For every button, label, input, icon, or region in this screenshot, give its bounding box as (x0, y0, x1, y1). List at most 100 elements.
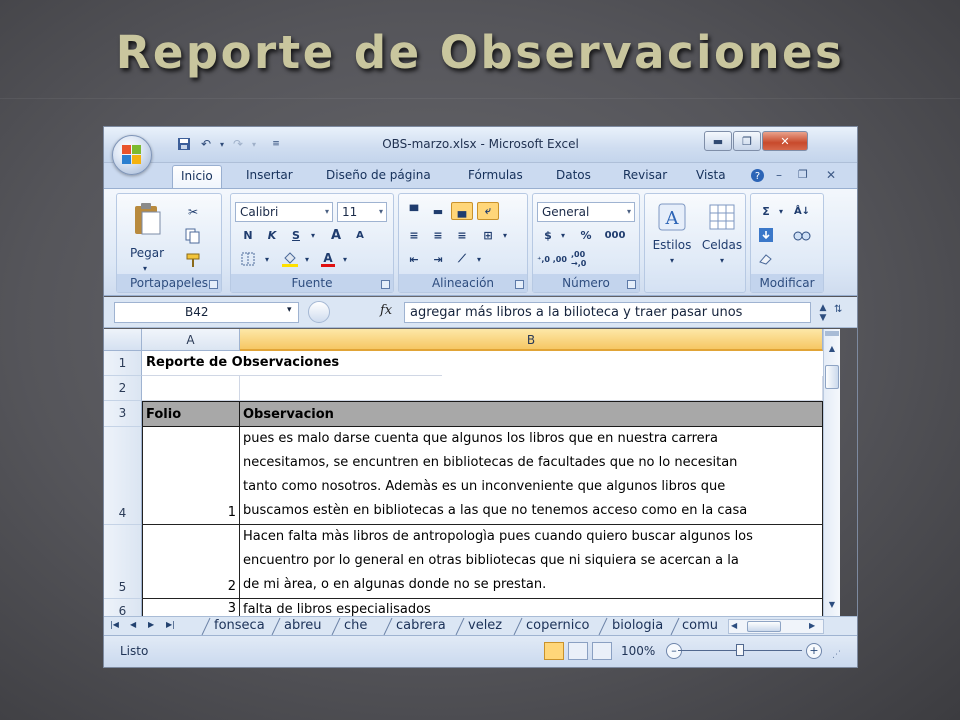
paste-icon[interactable] (129, 200, 167, 240)
chevron-down-icon[interactable]: ▾ (261, 250, 273, 268)
dialog-launcher-icon[interactable] (209, 280, 218, 289)
column-header-b[interactable]: B (240, 329, 823, 351)
split-box[interactable] (825, 331, 839, 336)
chevron-down-icon[interactable]: ▾ (499, 226, 511, 244)
chevron-down-icon[interactable]: ▾ (133, 264, 157, 273)
title-cell[interactable]: Reporte de Observaciones (142, 351, 442, 376)
formula-divider-icon[interactable] (308, 301, 330, 323)
close-workbook-icon[interactable]: ✕ (826, 168, 836, 182)
normal-view-icon[interactable] (544, 642, 564, 660)
name-box[interactable]: B42 ▾ (114, 302, 299, 323)
merge-center-icon[interactable]: ⊞ (477, 226, 499, 244)
shrink-font-button[interactable]: A (349, 226, 371, 244)
select-all-button[interactable] (104, 329, 142, 351)
cell[interactable] (142, 376, 240, 401)
increase-decimal-button[interactable]: ⁺,0 ,00 (537, 250, 567, 268)
chevron-down-icon[interactable]: ▾ (473, 250, 485, 268)
align-top-icon[interactable]: ▀ (403, 202, 425, 220)
horizontal-scroll-thumb[interactable] (747, 621, 781, 632)
chevron-down-icon[interactable]: ▾ (713, 256, 731, 265)
clear-icon[interactable] (755, 250, 777, 268)
number-format-select[interactable]: General ▾ (537, 202, 635, 222)
close-button[interactable]: ✕ (762, 131, 808, 151)
bold-button[interactable]: N (237, 226, 259, 244)
resize-grip-icon[interactable]: ⋰ (832, 650, 841, 660)
cells-button[interactable]: Celdas (697, 238, 747, 252)
tab-vista[interactable]: Vista (696, 168, 726, 182)
dialog-launcher-icon[interactable] (381, 280, 390, 289)
chevron-down-icon[interactable]: ▾ (663, 256, 681, 265)
chevron-down-icon[interactable]: ▾ (301, 250, 313, 268)
row-header[interactable]: 5 (104, 525, 142, 599)
thousands-button[interactable]: 000 (601, 226, 629, 244)
chevron-down-icon[interactable]: ▾ (307, 226, 319, 244)
decrease-decimal-button[interactable]: ,00 →,0 (571, 250, 601, 268)
orientation-icon[interactable]: ⟋ (451, 250, 473, 268)
folio-cell[interactable]: 2 (142, 525, 240, 599)
row-header[interactable]: 1 (104, 351, 142, 376)
font-color-icon[interactable]: A (317, 250, 339, 268)
tab-diseno-pagina[interactable]: Diseño de página (326, 168, 431, 182)
styles-icon[interactable]: A (649, 200, 695, 234)
sheet-tab-abreu[interactable]: abreu (284, 618, 322, 633)
column-header-a[interactable]: A (142, 329, 240, 351)
font-name-select[interactable]: Calibri ▾ (235, 202, 333, 222)
fill-color-icon[interactable] (279, 250, 301, 268)
vertical-scrollbar[interactable]: ▲ ▼ (823, 329, 840, 616)
zoom-level[interactable]: 100% (621, 644, 655, 658)
observation-cell[interactable]: pues es malo darse cuenta que algunos lo… (240, 427, 823, 525)
tab-datos[interactable]: Datos (556, 168, 591, 182)
copy-icon[interactable] (181, 226, 205, 246)
restore-icon[interactable]: ❐ (798, 168, 808, 181)
horizontal-scrollbar[interactable]: ◀ ▶ (728, 619, 824, 634)
fill-icon[interactable] (755, 226, 777, 244)
chevron-down-icon[interactable]: ▾ (775, 202, 787, 220)
sheet-tab-velez[interactable]: velez (468, 618, 502, 633)
currency-button[interactable]: $ (537, 226, 559, 244)
chevron-down-icon[interactable]: ▾ (339, 250, 351, 268)
borders-icon[interactable] (237, 250, 259, 268)
autosum-button[interactable]: Σ (755, 202, 777, 220)
zoom-slider-thumb[interactable] (736, 644, 744, 656)
row-header[interactable]: 6 (104, 599, 142, 616)
observation-cell[interactable]: falta de libros especialisados (240, 599, 823, 616)
formula-bar-collapse-icon[interactable]: ⇅ (834, 304, 842, 315)
scroll-left-icon[interactable]: ◀ (731, 621, 737, 630)
align-middle-icon[interactable]: ▬ (427, 202, 449, 220)
percent-button[interactable]: % (575, 226, 597, 244)
paste-button[interactable]: Pegar (129, 246, 165, 260)
cell[interactable] (240, 376, 823, 401)
font-size-select[interactable]: 11 ▾ (337, 202, 387, 222)
observacion-header-cell[interactable]: Observacion (240, 401, 823, 427)
scroll-down-icon[interactable]: ▼ (825, 597, 839, 612)
tab-formulas[interactable]: Fórmulas (468, 168, 523, 182)
minimize-ribbon-icon[interactable]: – (776, 168, 782, 182)
tab-insertar[interactable]: Insertar (246, 168, 293, 182)
zoom-in-icon[interactable]: + (806, 643, 822, 659)
zoom-out-icon[interactable]: – (666, 643, 682, 659)
sheet-tab-cabrera[interactable]: cabrera (396, 618, 446, 633)
styles-button[interactable]: Estilos (647, 238, 697, 252)
row-header[interactable]: 4 (104, 427, 142, 525)
expand-formula-icon[interactable]: ▲ ▼ (816, 303, 830, 323)
row-header[interactable]: 2 (104, 376, 142, 401)
folio-header-cell[interactable]: Folio (142, 401, 240, 427)
format-painter-icon[interactable] (181, 250, 205, 270)
align-center-icon[interactable]: ≡ (427, 226, 449, 244)
sort-filter-button[interactable]: Å↓ (791, 202, 813, 220)
cells-icon[interactable] (699, 200, 745, 234)
cut-icon[interactable]: ✂ (181, 202, 205, 222)
increase-indent-icon[interactable]: ⇥ (427, 250, 449, 268)
page-break-view-icon[interactable] (592, 642, 612, 660)
maximize-button[interactable]: ❐ (733, 131, 761, 151)
underline-button[interactable]: S (285, 226, 307, 244)
folio-cell[interactable]: 3 (142, 599, 240, 616)
scroll-up-icon[interactable]: ▲ (825, 341, 839, 356)
dialog-launcher-icon[interactable] (515, 280, 524, 289)
align-right-icon[interactable]: ≡ (451, 226, 473, 244)
sheet-tab-copernico[interactable]: copernico (526, 618, 589, 633)
sheet-tab-comu[interactable]: comu (682, 618, 724, 633)
help-icon[interactable]: ? (750, 168, 765, 186)
grow-font-button[interactable]: A (325, 226, 347, 244)
dialog-launcher-icon[interactable] (627, 280, 636, 289)
